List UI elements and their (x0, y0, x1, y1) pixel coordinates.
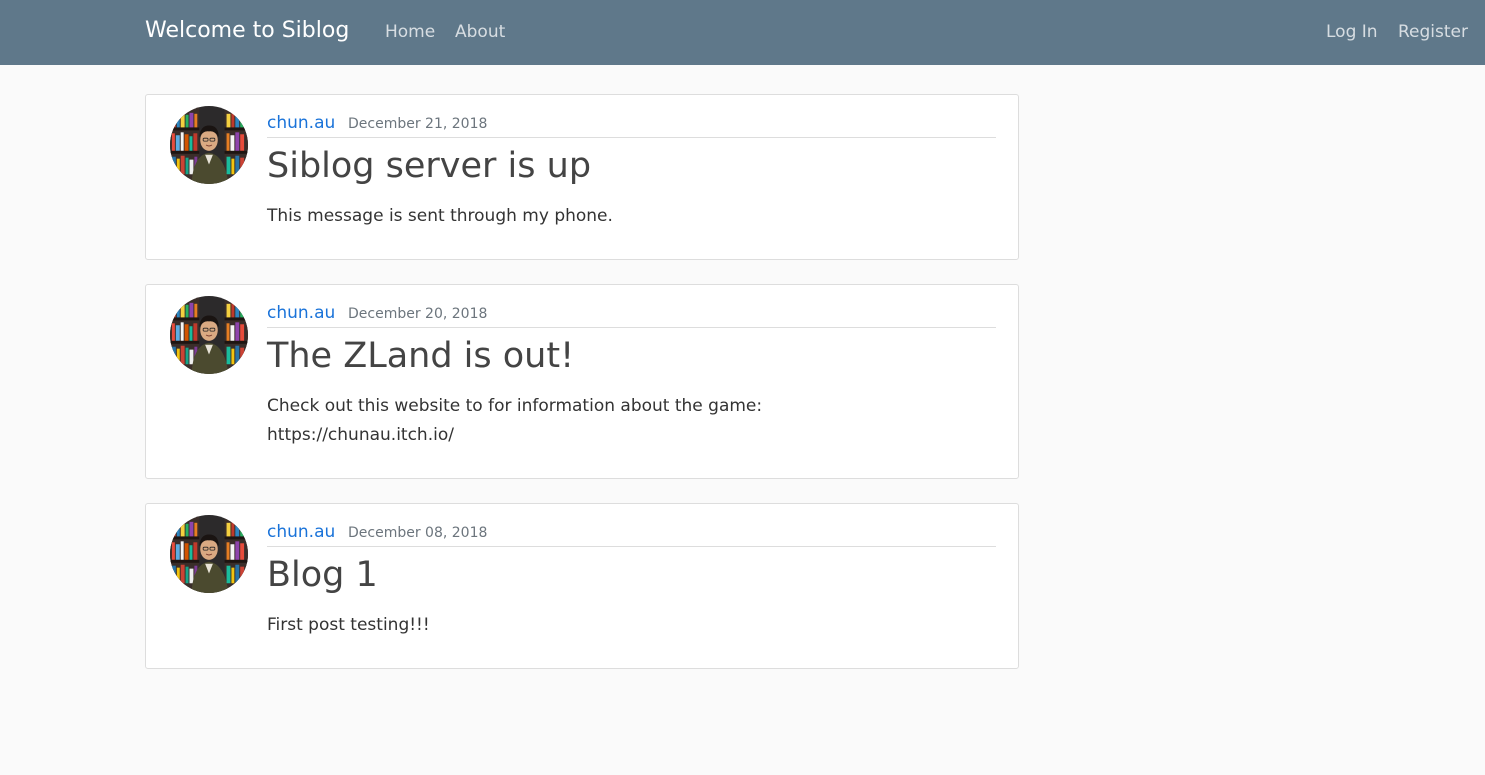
brand-link[interactable]: Welcome to Siblog (145, 18, 349, 43)
post-content: First post testing!!! (267, 615, 430, 635)
post-card: chun.au December 20, 2018 The ZLand is o… (145, 284, 1019, 479)
post-metadata: chun.au December 21, 2018 (267, 113, 996, 138)
post-metadata: chun.au December 08, 2018 (267, 522, 996, 547)
post-content: This message is sent through my phone. (267, 206, 613, 226)
post-date: December 08, 2018 (348, 525, 488, 541)
post-date: December 20, 2018 (348, 306, 488, 322)
post-title-link[interactable]: The ZLand is out! (267, 336, 574, 376)
post-card: chun.au December 21, 2018 Siblog server … (145, 94, 1019, 260)
author-avatar (170, 106, 248, 184)
post-content: Check out this website to for informatio… (267, 396, 763, 445)
author-link[interactable]: chun.au (267, 113, 335, 133)
post-title-link[interactable]: Blog 1 (267, 555, 378, 595)
post-title-link[interactable]: Siblog server is up (267, 146, 591, 186)
nav-login-link[interactable]: Log In (1326, 22, 1378, 42)
post-metadata: chun.au December 20, 2018 (267, 303, 996, 328)
post-date: December 21, 2018 (348, 116, 488, 132)
nav-home-link[interactable]: Home (385, 22, 435, 42)
post-card: chun.au December 08, 2018 Blog 1 First p… (145, 503, 1019, 669)
author-avatar (170, 296, 248, 374)
author-link[interactable]: chun.au (267, 522, 335, 542)
author-link[interactable]: chun.au (267, 303, 335, 323)
nav-register-link[interactable]: Register (1398, 22, 1468, 42)
navbar: Welcome to Siblog Home About Log In Regi… (0, 0, 1485, 65)
author-avatar (170, 515, 248, 593)
nav-about-link[interactable]: About (455, 22, 505, 42)
